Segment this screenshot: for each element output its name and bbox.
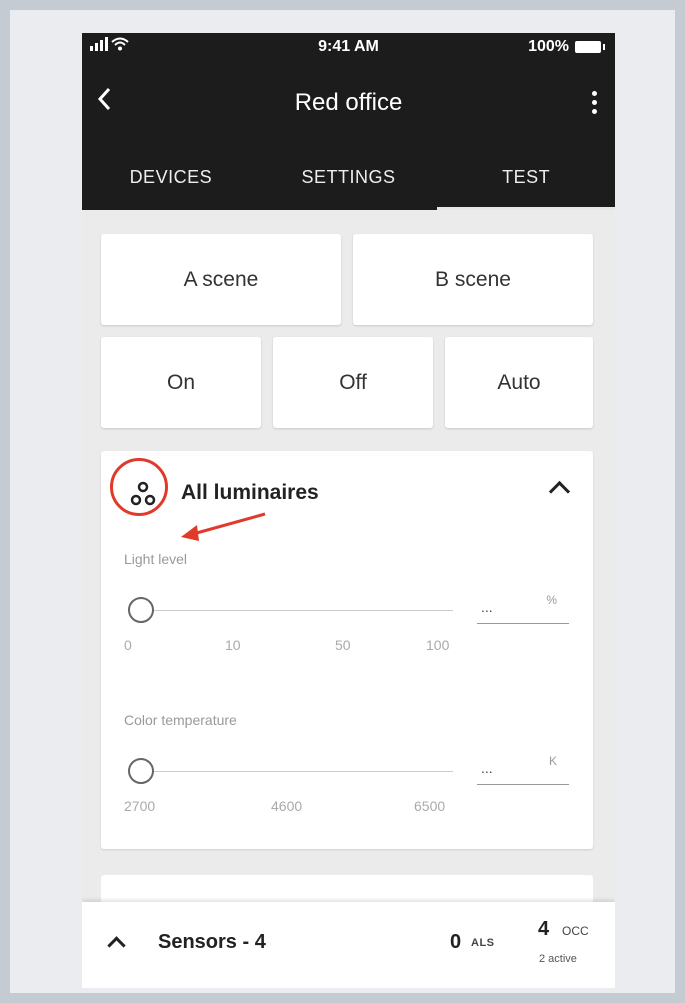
status-bar: 9:41 AM 100% [82,33,615,61]
tab-test[interactable]: TEST [437,163,615,210]
light-tick: 100 [426,637,450,653]
sensors-bar[interactable]: Sensors - 4 0 ALS 4 OCC 2 active [82,902,615,988]
light-level-slider-thumb[interactable] [128,597,154,623]
color-tick: 6500 [414,798,446,814]
light-tick: 0 [124,637,132,653]
luminaire-group-icon [130,481,156,506]
on-button[interactable]: On [101,337,261,428]
title-bar: Red office [82,85,615,125]
color-tick: 2700 [124,798,156,814]
color-temperature-track[interactable] [141,771,453,772]
tab-bar: DEVICES SETTINGS TEST [82,163,615,210]
phone-screen: 9:41 AM 100% Red office DEVICES SETTINGS… [82,33,615,988]
light-level-unit: % [546,593,557,607]
light-tick: 50 [335,637,351,653]
battery-status: 100% [528,38,605,56]
luminaire-group-card: All luminaires Light level 0 10 50 100 .… [101,451,593,849]
auto-button[interactable]: Auto [445,337,593,428]
color-temperature-unit: K [548,754,557,768]
sensors-title: Sensors - 4 [158,931,266,953]
light-level-input[interactable]: ... % [477,593,569,624]
battery-percent: 100% [528,38,569,55]
color-tick: 4600 [271,798,303,814]
als-label: ALS [471,937,495,949]
a-scene-button[interactable]: A scene [101,234,341,325]
b-scene-button[interactable]: B scene [353,234,593,325]
light-level-label: Light level [124,551,188,567]
page-title: Red office [294,89,403,116]
expand-chevron-icon[interactable] [107,936,126,955]
occ-label: OCC [562,924,589,938]
color-temperature-slider-thumb[interactable] [128,758,154,784]
color-temperature-input[interactable]: ... K [477,754,569,785]
color-temperature-value: ... [481,760,493,776]
group-title: All luminaires [181,481,319,504]
occ-count: 4 [538,918,550,940]
als-count: 0 [450,931,462,953]
active-count: 2 active [539,953,577,965]
more-options-icon[interactable] [592,91,597,114]
battery-icon [575,41,605,53]
collapse-chevron-icon[interactable] [548,480,571,503]
light-level-value: ... [481,599,493,615]
tab-devices[interactable]: DEVICES [82,163,260,210]
test-content: A scene B scene On Off Auto All luminair… [82,210,615,988]
color-temperature-label: Color temperature [124,712,237,728]
tab-settings[interactable]: SETTINGS [260,163,438,210]
app-header: 9:41 AM 100% Red office DEVICES SETTINGS… [82,33,615,210]
off-button[interactable]: Off [273,337,433,428]
light-level-track[interactable] [141,610,453,611]
annotation-arrow [181,512,266,541]
light-tick: 10 [225,637,241,653]
